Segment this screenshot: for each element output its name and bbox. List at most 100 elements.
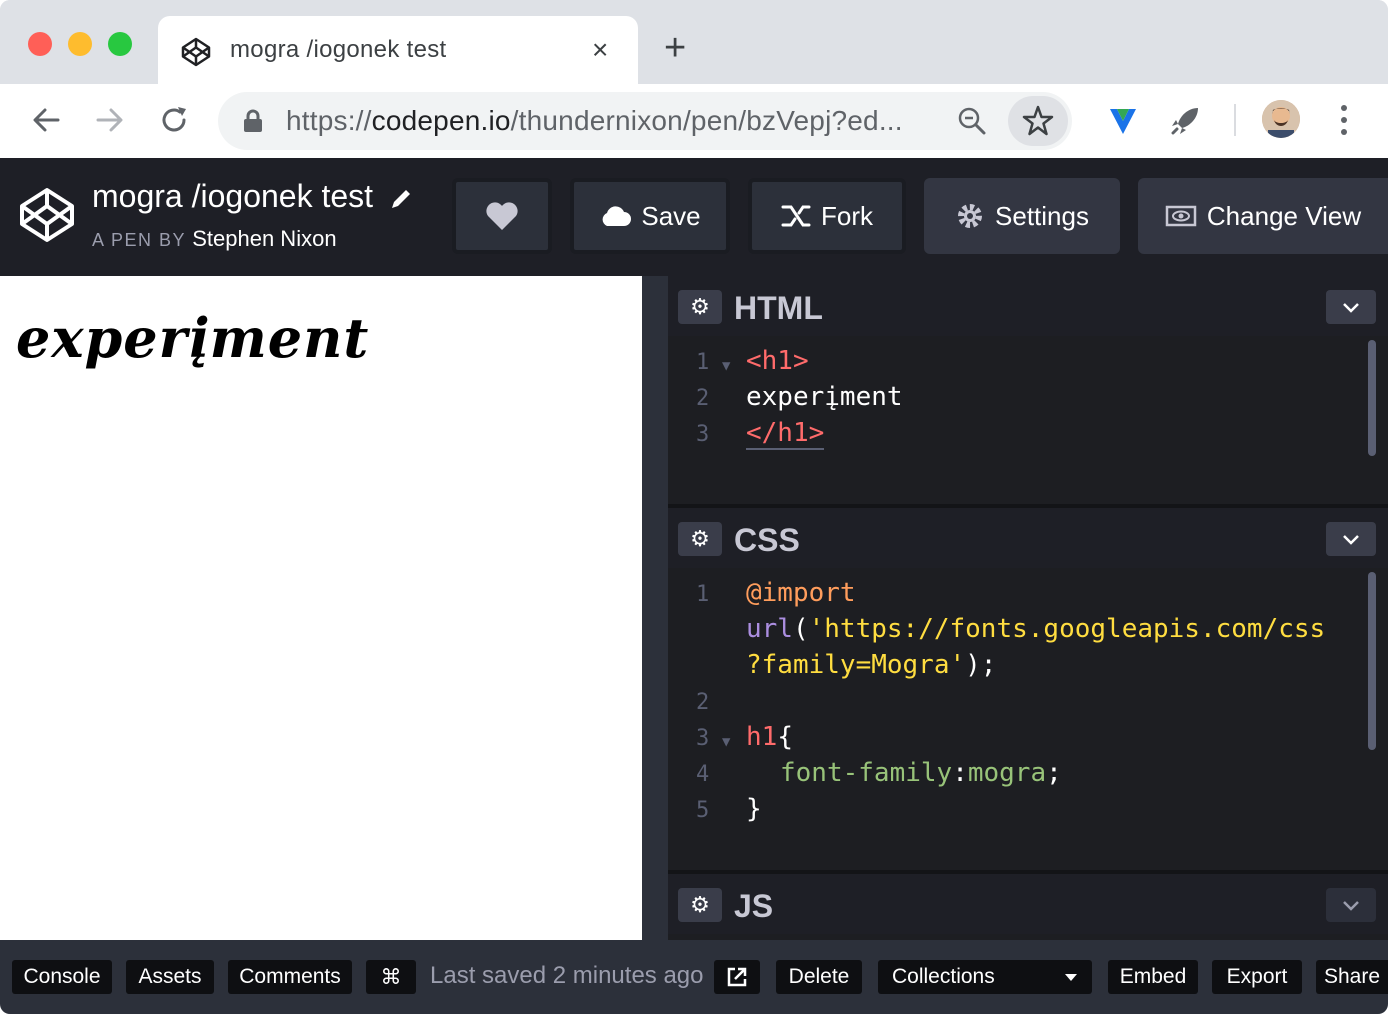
line-number: 4 (696, 762, 710, 787)
console-button[interactable]: Console (12, 960, 112, 994)
html-panel-header: ⚙ HTML (668, 276, 1388, 336)
code-token: { (777, 722, 793, 752)
css-settings-gear-icon[interactable]: ⚙ (678, 522, 722, 556)
minimize-window-button[interactable] (68, 32, 92, 56)
line-number: 3 (696, 422, 710, 447)
js-settings-gear-icon[interactable]: ⚙ (678, 888, 722, 922)
code-line: h1{ (746, 722, 793, 752)
url-text[interactable]: https://codepen.io/thundernixon/pen/bzVe… (286, 105, 903, 137)
codepen-footer: Console Assets Comments ⌘ Last saved 2 m… (0, 940, 1388, 1014)
pane-resize-handle[interactable] (642, 276, 668, 940)
back-arrow-icon[interactable] (30, 104, 62, 136)
export-button[interactable]: Export (1212, 960, 1302, 994)
new-tab-button[interactable]: + (664, 28, 686, 68)
codepen-header: mogra /iogonek test A PEN BY Stephen Nix… (0, 158, 1388, 276)
tab-strip: mogra /iogonek test × + (0, 0, 1388, 84)
fork-icon (781, 205, 811, 227)
heart-icon (486, 202, 518, 230)
settings-button-label: Settings (995, 200, 1089, 231)
code-token: : (952, 758, 968, 788)
pen-title-text: mogra /iogonek test (92, 178, 374, 214)
pen-author-link[interactable]: Stephen Nixon (192, 226, 336, 251)
edit-pencil-icon[interactable] (388, 186, 414, 212)
pen-title[interactable]: mogra /iogonek test (92, 178, 414, 215)
maximize-window-button[interactable] (108, 32, 132, 56)
js-chevron-down-icon[interactable] (1326, 888, 1376, 922)
close-window-button[interactable] (28, 32, 52, 56)
caret-down-icon (1065, 974, 1077, 981)
collections-dropdown[interactable]: Collections (878, 960, 1092, 994)
code-line: } (746, 794, 762, 824)
code-line: ?family=Mogra'); (746, 650, 996, 680)
forward-arrow-icon[interactable] (94, 104, 126, 136)
codepen-logo-icon[interactable] (18, 186, 76, 244)
settings-button[interactable]: Settings (924, 178, 1120, 254)
pen-by-label: A PEN BY (92, 230, 186, 250)
pen-author-line: A PEN BY Stephen Nixon (92, 226, 337, 252)
address-bar[interactable]: https://codepen.io/thundernixon/pen/bzVe… (218, 92, 1072, 150)
fold-arrow-icon[interactable]: ▼ (722, 358, 730, 374)
line-number: 5 (696, 798, 710, 823)
browser-menu-icon[interactable] (1336, 102, 1352, 138)
change-view-button-label: Change View (1206, 200, 1362, 231)
line-number: 2 (696, 690, 710, 715)
css-chevron-down-icon[interactable] (1326, 522, 1376, 556)
browser-tab-active[interactable]: mogra /iogonek test × (158, 16, 638, 84)
last-saved-status: Last saved 2 minutes ago (430, 962, 704, 989)
vimium-extension-icon[interactable] (1106, 104, 1140, 138)
browser-toolbar: https://codepen.io/thundernixon/pen/bzVe… (0, 84, 1388, 158)
embed-button[interactable]: Embed (1108, 960, 1198, 994)
code-token: url (746, 614, 793, 644)
fork-button[interactable]: Fork (748, 178, 906, 254)
open-external-button[interactable] (714, 960, 760, 994)
result-heading: experįment (16, 306, 370, 370)
js-panel-title: JS (734, 888, 774, 924)
zoom-icon[interactable] (956, 105, 988, 137)
code-line: font-family:mogra; (780, 758, 1062, 788)
url-scheme: https:// (286, 105, 372, 136)
css-editor-panel: ⚙ CSS 1 @import url('https://fonts.googl… (668, 508, 1388, 870)
code-token: ?family=Mogra' (746, 650, 966, 680)
code-line: experįment (746, 382, 903, 412)
keyboard-shortcuts-button[interactable]: ⌘ (366, 960, 416, 994)
love-button[interactable] (452, 178, 552, 254)
editors-column: ⚙ HTML 1 ▼ <h1> 2 experįment 3 </h1> ⚙ C… (668, 276, 1388, 940)
code-token: mogra (967, 758, 1047, 788)
save-button[interactable]: Save (570, 178, 730, 254)
bookmark-star-button[interactable] (1008, 96, 1068, 146)
change-view-button[interactable]: Change View (1138, 178, 1388, 254)
share-button[interactable]: Share (1316, 960, 1388, 994)
html-code-area[interactable]: 1 ▼ <h1> 2 experįment 3 </h1> (668, 336, 1388, 504)
tab-close-icon[interactable]: × (592, 34, 608, 66)
avatar-icon (1262, 100, 1300, 138)
code-token: h1 (746, 722, 778, 752)
fold-arrow-icon[interactable]: ▼ (722, 734, 730, 750)
result-preview[interactable]: experįment (0, 276, 642, 940)
codepen-favicon-icon (181, 37, 211, 67)
browser-window: mogra /iogonek test × + https://codepen.… (0, 0, 1388, 1014)
reload-icon[interactable] (158, 104, 190, 136)
js-editor-panel: ⚙ JS (668, 874, 1388, 940)
html-chevron-down-icon[interactable] (1326, 290, 1376, 324)
gear-icon (958, 204, 983, 228)
css-code-area[interactable]: 1 @import url('https://fonts.googleapis.… (668, 568, 1388, 870)
code-token: ; (1046, 758, 1062, 788)
lock-icon[interactable] (242, 109, 264, 133)
star-icon (1022, 105, 1054, 136)
css-scrollbar[interactable] (1368, 572, 1376, 750)
html-settings-gear-icon[interactable]: ⚙ (678, 290, 722, 324)
code-line: url('https://fonts.googleapis.com/css (746, 614, 1325, 644)
delete-button[interactable]: Delete (776, 960, 862, 994)
code-token: 'https://fonts.googleapis.com/css (808, 614, 1326, 644)
comments-button[interactable]: Comments (228, 960, 352, 994)
code-line: @import (746, 578, 856, 608)
js-panel-header: ⚙ JS (668, 874, 1388, 934)
assets-button[interactable]: Assets (126, 960, 214, 994)
line-number: 1 (696, 582, 710, 607)
cloud-icon (602, 206, 632, 226)
rocket-extension-icon[interactable] (1168, 104, 1202, 138)
tab-title: mogra /iogonek test (230, 36, 447, 63)
line-number: 1 (696, 350, 710, 375)
profile-avatar[interactable] (1262, 100, 1300, 138)
html-scrollbar[interactable] (1368, 340, 1376, 456)
